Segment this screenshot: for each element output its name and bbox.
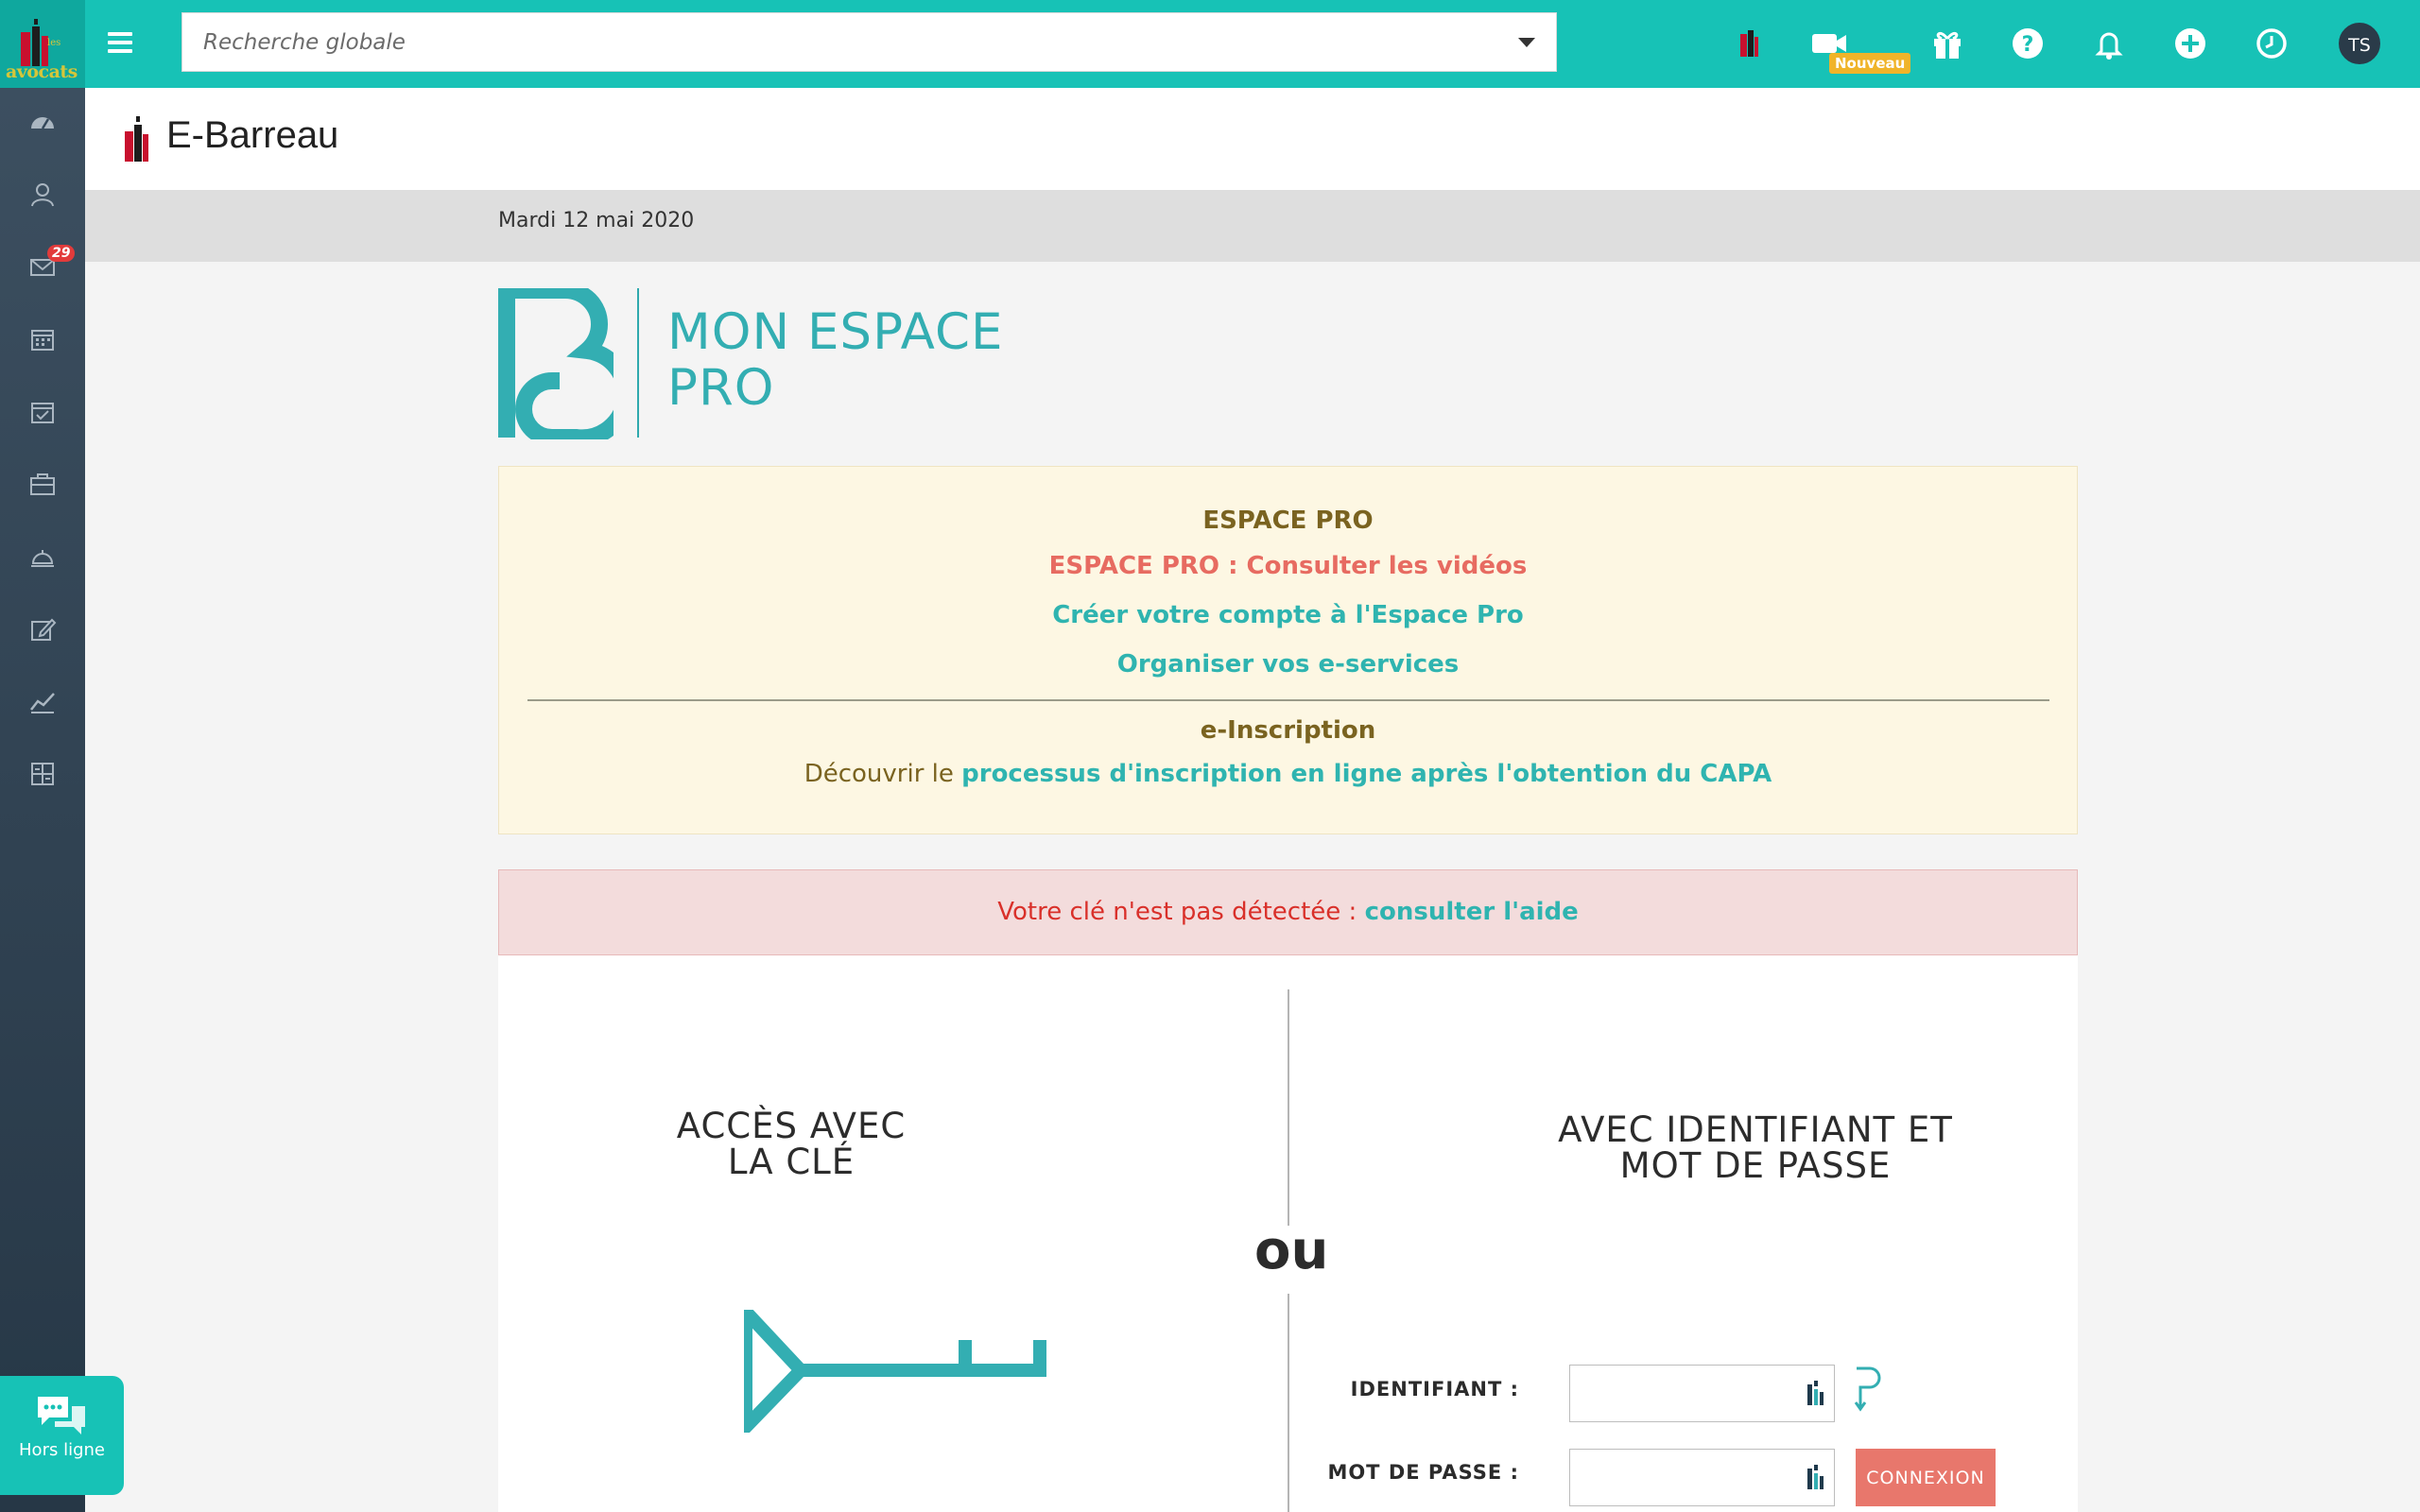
page-title: E-Barreau bbox=[166, 114, 339, 156]
logo-divider bbox=[637, 288, 639, 438]
building-logo-icon bbox=[21, 19, 48, 66]
add-icon[interactable] bbox=[2171, 25, 2209, 62]
brand-name: avocats bbox=[6, 61, 78, 82]
stats-icon bbox=[30, 693, 55, 713]
global-search[interactable] bbox=[182, 12, 1557, 72]
espace-pro-title: MON ESPACE PRO bbox=[667, 304, 1003, 416]
inscription-description: Découvrir le processus d'inscription en … bbox=[499, 760, 2077, 788]
login-panel: ou ACCÈS AVEC LA CLÉ AVEC IDENTIFIANT ET… bbox=[498, 955, 2078, 1512]
credentials-heading: AVEC IDENTIFIANT ET MOT DE PASSE bbox=[1510, 1112, 2001, 1184]
calculator-icon bbox=[31, 763, 54, 785]
info-title-espace-pro: ESPACE PRO bbox=[1202, 507, 1374, 535]
password-field[interactable] bbox=[1569, 1449, 1835, 1506]
password-label: MOT DE PASSE : bbox=[1327, 1461, 1519, 1484]
date-bar: Mardi 12 mai 2020 bbox=[85, 190, 2420, 262]
espace-pro-logo-icon bbox=[498, 288, 614, 439]
espace-pro-title-line2: PRO bbox=[667, 359, 775, 417]
or-separator: ou bbox=[1254, 1220, 1329, 1281]
key-access-heading: ACCÈS AVEC LA CLÉ bbox=[659, 1108, 924, 1180]
dashboard-icon bbox=[31, 117, 54, 129]
username-field[interactable] bbox=[1569, 1365, 1835, 1422]
sidebar-item-tasks[interactable] bbox=[0, 384, 85, 440]
new-badge: Nouveau bbox=[1829, 53, 1911, 74]
user-avatar[interactable]: TS bbox=[2339, 23, 2380, 64]
sidebar-item-calendar[interactable] bbox=[0, 311, 85, 368]
edit-icon bbox=[31, 618, 57, 641]
key-icon[interactable] bbox=[744, 1310, 1056, 1433]
help-link[interactable]: consulter l'aide bbox=[1365, 898, 1579, 926]
sidebar-item-stats[interactable] bbox=[0, 673, 85, 730]
chat-bubbles-icon bbox=[38, 1397, 85, 1435]
espace-pro-title-line1: MON ESPACE bbox=[667, 303, 1004, 361]
info-box: ESPACE PRO ESPACE PRO : Consulter les vi… bbox=[498, 466, 2078, 834]
alert-text: Votre clé n'est pas détectée : bbox=[997, 898, 1365, 926]
sidebar-item-reception[interactable] bbox=[0, 528, 85, 585]
keypass-icon bbox=[1807, 1465, 1824, 1489]
sidebar-item-documents[interactable] bbox=[0, 601, 85, 658]
svg-text:?: ? bbox=[2022, 33, 2034, 57]
username-label: IDENTIFIANT : bbox=[1350, 1378, 1519, 1400]
sidebar-item-billing[interactable] bbox=[0, 746, 85, 802]
page-header: E-Barreau bbox=[85, 88, 2420, 190]
mail-count-badge: 29 bbox=[47, 245, 76, 262]
password-hint-icon[interactable] bbox=[1851, 1365, 1883, 1412]
calendar-icon bbox=[31, 330, 54, 351]
briefcase-icon bbox=[30, 473, 55, 495]
chat-status: Hors ligne bbox=[19, 1440, 105, 1460]
search-input[interactable] bbox=[182, 13, 1487, 71]
info-title-inscription: e-Inscription bbox=[1200, 716, 1376, 745]
login-button[interactable]: CONNEXION bbox=[1856, 1449, 1996, 1506]
credentials-heading-line1: AVEC IDENTIFIANT ET bbox=[1558, 1109, 1953, 1150]
key-access-heading-line2: LA CLÉ bbox=[727, 1142, 856, 1182]
clock-icon[interactable] bbox=[2253, 25, 2290, 62]
current-date: Mardi 12 mai 2020 bbox=[498, 209, 695, 232]
brand-prefix: les bbox=[47, 38, 61, 48]
sidebar-item-contacts[interactable] bbox=[0, 166, 85, 223]
create-account-link[interactable]: Créer votre compte à l'Espace Pro bbox=[499, 601, 2077, 629]
inscription-process-link[interactable]: processus d'inscription en ligne après l… bbox=[961, 760, 1772, 788]
tasks-icon bbox=[31, 403, 54, 423]
menu-toggle-icon[interactable] bbox=[108, 32, 132, 53]
keypass-icon bbox=[1807, 1381, 1824, 1405]
sidebar-item-cases[interactable] bbox=[0, 455, 85, 512]
contacts-icon bbox=[31, 183, 54, 207]
key-alert: Votre clé n'est pas détectée : consulter… bbox=[498, 869, 2078, 955]
username-input[interactable] bbox=[1570, 1366, 1797, 1421]
password-input[interactable] bbox=[1570, 1450, 1797, 1505]
organize-services-link[interactable]: Organiser vos e-services bbox=[499, 650, 2077, 679]
sidebar-item-dashboard[interactable] bbox=[0, 94, 85, 150]
videos-link[interactable]: ESPACE PRO : Consulter les vidéos bbox=[499, 552, 2077, 580]
ebarreau-icon[interactable] bbox=[1729, 25, 1767, 62]
info-divider bbox=[527, 699, 2049, 701]
chat-widget[interactable]: Hors ligne bbox=[0, 1376, 124, 1495]
vertical-divider-top bbox=[1288, 989, 1289, 1226]
reception-icon bbox=[31, 550, 54, 567]
app-logo[interactable]: les avocats bbox=[0, 0, 85, 88]
help-icon[interactable]: ? bbox=[2009, 25, 2047, 62]
gift-icon[interactable] bbox=[1928, 25, 1966, 62]
bell-icon[interactable] bbox=[2090, 25, 2128, 62]
ebarreau-logo-icon bbox=[125, 116, 148, 162]
sidebar: 29 bbox=[0, 88, 85, 1512]
chevron-down-icon[interactable] bbox=[1518, 38, 1535, 47]
credentials-heading-line2: MOT DE PASSE bbox=[1619, 1145, 1892, 1186]
key-access-heading-line1: ACCÈS AVEC bbox=[676, 1106, 907, 1146]
top-bar: les avocats Nouveau ? TS bbox=[0, 0, 2420, 88]
inscription-prefix: Découvrir le bbox=[804, 760, 962, 788]
